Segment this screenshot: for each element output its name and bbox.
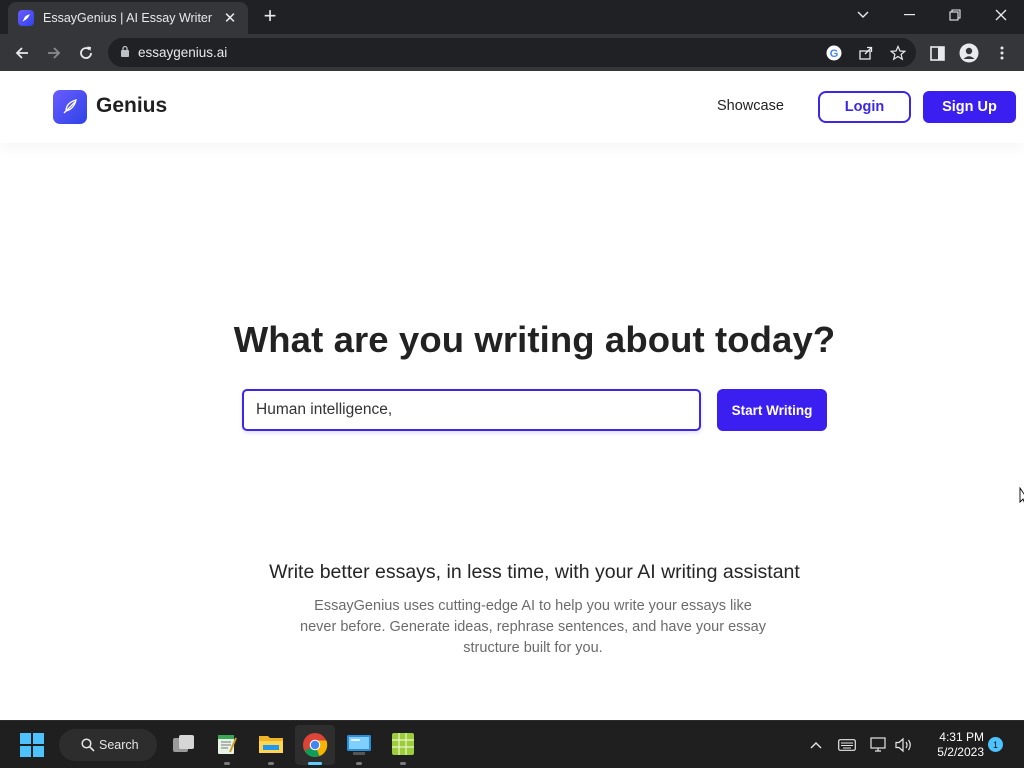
mouse-cursor-icon	[1019, 486, 1024, 510]
side-panel-icon[interactable]	[924, 40, 950, 66]
url-text: essaygenius.ai	[138, 45, 228, 60]
notepad-running-indicator	[224, 762, 230, 765]
close-window-button[interactable]	[986, 4, 1016, 26]
reload-button[interactable]	[73, 40, 99, 66]
system-clock[interactable]: 4:31 PM 5/2/2023	[920, 730, 984, 760]
features-subheading: Write better essays, in less time, with …	[269, 561, 800, 583]
minimize-button[interactable]	[894, 4, 924, 26]
sign-up-button[interactable]: Sign Up	[923, 91, 1016, 123]
browser-menu-icon[interactable]	[989, 40, 1015, 66]
start-writing-button[interactable]: Start Writing	[717, 389, 827, 431]
spreadsheet-running-indicator	[400, 762, 406, 765]
clock-time: 4:31 PM	[939, 730, 984, 744]
search-icon	[81, 738, 95, 755]
tab-title: EssayGenius | AI Essay Writer	[43, 11, 213, 25]
remote-desktop-running-indicator	[356, 762, 362, 765]
taskbar-search-box[interactable]: Search	[59, 729, 157, 761]
windows-taskbar: Search 4:31 PM 5/2/2023 1	[0, 720, 1024, 768]
browser-toolbar: essaygenius.ai G	[0, 34, 1024, 71]
restore-button[interactable]	[940, 4, 970, 26]
file-explorer-running-indicator	[268, 762, 274, 765]
tab-close-icon[interactable]: ✕	[222, 9, 238, 27]
windows-start-icon[interactable]	[20, 733, 44, 757]
features-description: EssayGenius uses cutting-edge AI to help…	[300, 598, 766, 656]
new-tab-button[interactable]: +	[258, 5, 282, 29]
address-bar[interactable]: essaygenius.ai G	[108, 38, 916, 67]
essaygenius-favicon-icon	[18, 10, 34, 26]
lock-icon[interactable]	[120, 44, 130, 62]
site-header: Genius Showcase Login Sign Up	[0, 71, 1024, 143]
tab-search-icon[interactable]	[848, 4, 878, 26]
hero-title: What are you writing about today?	[233, 319, 836, 360]
volume-icon[interactable]	[895, 736, 913, 754]
bookmark-star-icon[interactable]	[888, 43, 908, 63]
essay-topic-input[interactable]	[242, 389, 701, 431]
task-view-icon[interactable]	[170, 730, 198, 758]
notepad-app-icon[interactable]	[213, 730, 241, 758]
taskbar-search-label: Search	[99, 738, 139, 752]
keyboard-icon[interactable]	[838, 736, 856, 754]
feather-logo-icon[interactable]	[53, 90, 87, 124]
browser-tab-strip: EssayGenius | AI Essay Writer ✕ +	[0, 0, 1024, 34]
forward-button[interactable]	[41, 40, 67, 66]
brand-name[interactable]: Genius	[96, 94, 167, 118]
chrome-active-indicator	[308, 762, 322, 765]
login-button[interactable]: Login	[818, 91, 911, 123]
google-icon[interactable]: G	[824, 43, 844, 63]
spreadsheet-app-icon[interactable]	[389, 730, 417, 758]
network-icon[interactable]	[870, 736, 888, 754]
remote-desktop-icon[interactable]	[345, 730, 373, 758]
essaygenius-page: Genius Showcase Login Sign Up What are y…	[0, 71, 1024, 720]
share-icon[interactable]	[856, 43, 876, 63]
profile-avatar-icon[interactable]	[956, 40, 982, 66]
file-explorer-icon[interactable]	[257, 730, 285, 758]
chrome-app-icon[interactable]	[295, 725, 335, 765]
svg-text:G: G	[830, 48, 839, 60]
showcase-link[interactable]: Showcase	[717, 98, 784, 114]
notification-badge[interactable]: 1	[988, 737, 1003, 752]
browser-tab[interactable]: EssayGenius | AI Essay Writer ✕	[8, 2, 248, 34]
clock-date: 5/2/2023	[937, 745, 984, 759]
back-button[interactable]	[9, 40, 35, 66]
show-hidden-icons-chevron-icon[interactable]	[807, 736, 825, 754]
